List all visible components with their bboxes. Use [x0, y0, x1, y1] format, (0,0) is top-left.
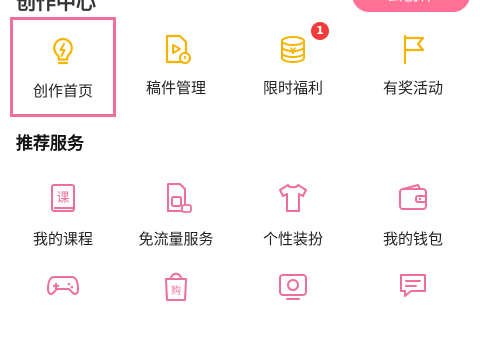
- service-my-courses[interactable]: 课 我的课程: [10, 172, 116, 250]
- course-icon: 课: [45, 180, 81, 216]
- section-title-services: 推荐服务: [16, 134, 84, 154]
- tshirt-icon: [275, 180, 311, 216]
- shopping-bag-icon: 购: [158, 268, 194, 304]
- chat-icon: [395, 268, 431, 304]
- service-my-wallet[interactable]: 我的钱包: [360, 172, 466, 250]
- tool-label: 有奖活动: [382, 79, 443, 97]
- video-file-icon: [158, 31, 194, 67]
- tv-icon: [275, 268, 311, 304]
- wallet-icon: [395, 180, 431, 216]
- services-grid: 课 我的课程 免流量服务 个性装扮 我的钱包 购: [0, 172, 480, 301]
- service-tv[interactable]: [240, 260, 346, 338]
- creator-tools-grid: 创作首页 稿件管理 ¥ 1 限时福利 有奖活动: [0, 17, 480, 117]
- service-personal-dressup[interactable]: 个性装扮: [240, 172, 346, 250]
- tool-label: 限时福利: [262, 79, 323, 97]
- service-label: 我的课程: [32, 230, 93, 248]
- tool-limited-benefits[interactable]: ¥ 1 限时福利: [240, 17, 346, 117]
- service-label: 个性装扮: [262, 230, 323, 248]
- service-label: 免流量服务: [138, 230, 214, 248]
- create-button[interactable]: 去创作: [352, 0, 470, 12]
- svg-text:课: 课: [56, 191, 69, 206]
- flag-icon: [395, 31, 431, 67]
- tool-label: 稿件管理: [145, 79, 206, 97]
- service-shopping[interactable]: 购: [123, 260, 229, 338]
- sim-card-icon: [158, 180, 194, 216]
- svg-text:¥: ¥: [290, 47, 297, 57]
- tool-manuscript-management[interactable]: 稿件管理: [123, 17, 229, 117]
- tool-creation-home[interactable]: 创作首页: [10, 17, 116, 117]
- gamepad-icon: [45, 268, 81, 304]
- tool-label: 创作首页: [32, 82, 93, 100]
- service-label: 我的钱包: [382, 230, 443, 248]
- tool-prize-events[interactable]: 有奖活动: [360, 17, 466, 117]
- notification-badge: 1: [311, 22, 329, 40]
- page-title: 创作中心: [16, 0, 96, 14]
- lightbulb-icon: [45, 34, 81, 70]
- coins-icon: ¥: [275, 31, 311, 67]
- svg-text:购: 购: [171, 284, 181, 297]
- service-chat[interactable]: [360, 260, 466, 338]
- service-free-data[interactable]: 免流量服务: [123, 172, 229, 250]
- service-games[interactable]: [10, 260, 116, 338]
- header: 创作中心 去创作: [0, 0, 480, 14]
